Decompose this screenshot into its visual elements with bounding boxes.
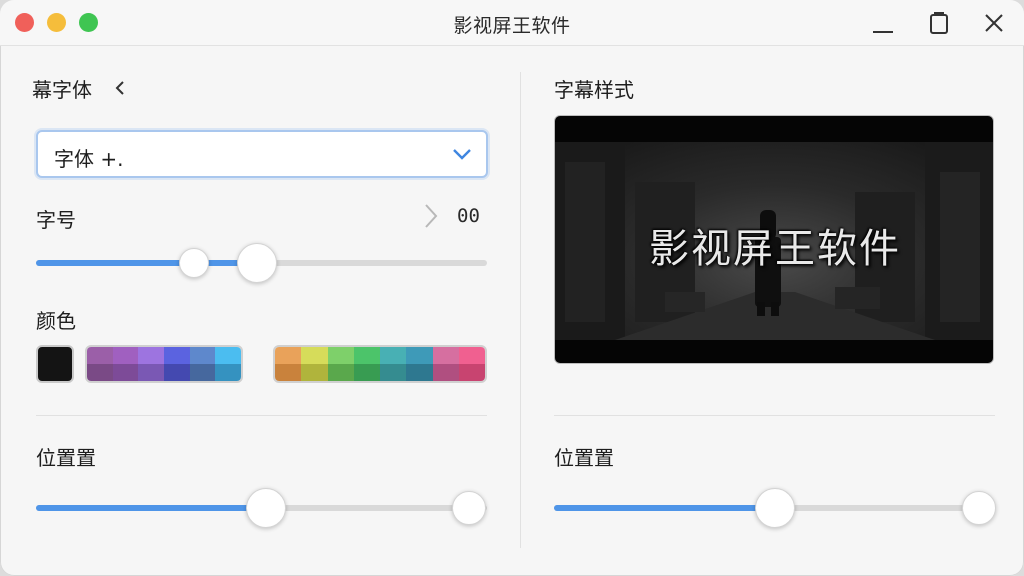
chevron-left-icon[interactable] xyxy=(112,78,128,98)
cool-color-4[interactable] xyxy=(164,347,190,381)
color-chip[interactable] xyxy=(353,347,380,364)
subtitle-style-label: 字幕样式 xyxy=(554,78,634,102)
color-chip[interactable] xyxy=(189,364,216,381)
cool-color-3[interactable] xyxy=(138,347,165,381)
cool-color-5[interactable] xyxy=(189,347,216,381)
color-label: 颜色 xyxy=(36,309,76,333)
color-chip[interactable] xyxy=(432,364,459,381)
color-chip[interactable] xyxy=(215,364,241,381)
color-chip[interactable] xyxy=(138,364,165,381)
font-size-slider-marker[interactable] xyxy=(178,248,209,278)
color-chip[interactable] xyxy=(432,347,459,364)
warm-color-7[interactable] xyxy=(432,347,459,381)
warm-color-3[interactable] xyxy=(327,347,354,381)
position-slider-right-handle[interactable] xyxy=(754,488,795,528)
warm-color-5[interactable] xyxy=(380,347,407,381)
position-label-left: 位置置 xyxy=(36,446,96,470)
warm-color-2[interactable] xyxy=(301,347,328,381)
cool-color-6[interactable] xyxy=(215,347,241,381)
color-chip[interactable] xyxy=(301,364,328,381)
close-button[interactable] xyxy=(981,10,1007,36)
color-chip[interactable] xyxy=(215,347,241,364)
font-size-slider-fill xyxy=(36,260,257,266)
position-slider-left-end-handle[interactable] xyxy=(452,491,486,525)
position-slider-right-fill xyxy=(554,505,775,511)
color-chip[interactable] xyxy=(380,347,407,364)
color-chip[interactable] xyxy=(458,364,485,381)
warm-color-1[interactable] xyxy=(275,347,302,381)
panel-divider xyxy=(520,72,521,548)
minimize-icon xyxy=(873,31,893,33)
color-chip[interactable] xyxy=(138,347,165,364)
left-divider xyxy=(36,415,487,416)
chevron-down-icon xyxy=(453,149,471,160)
chevron-right-icon[interactable] xyxy=(422,203,440,229)
color-chip[interactable] xyxy=(380,364,407,381)
color-chip[interactable] xyxy=(164,347,190,364)
title-bar: 影视屏王软件 xyxy=(0,0,1024,46)
position-slider-right-end-handle[interactable] xyxy=(962,491,996,525)
color-chip[interactable] xyxy=(87,364,113,381)
color-chip[interactable] xyxy=(406,347,433,364)
color-chip[interactable] xyxy=(327,347,354,364)
font-size-slider-handle[interactable] xyxy=(236,243,277,283)
restore-icon xyxy=(930,12,948,34)
font-size-label: 字号 xyxy=(36,208,76,232)
cool-color-2[interactable] xyxy=(112,347,139,381)
warm-color-4[interactable] xyxy=(353,347,380,381)
color-swatch-black[interactable] xyxy=(36,345,74,383)
warm-color-6[interactable] xyxy=(406,347,433,381)
font-section-label: 幕字体 xyxy=(32,78,92,102)
font-size-value: 00 xyxy=(457,205,480,227)
color-chip[interactable] xyxy=(87,347,113,364)
position-label-right: 位置置 xyxy=(554,446,614,470)
color-palette-warm[interactable] xyxy=(273,345,487,383)
color-chip[interactable] xyxy=(112,364,139,381)
cool-color-1[interactable] xyxy=(87,347,113,381)
restore-button[interactable] xyxy=(926,10,952,36)
color-palette-cool[interactable] xyxy=(85,345,243,383)
color-chip[interactable] xyxy=(458,347,485,364)
font-select-value: 字体 +. xyxy=(54,147,124,171)
warm-color-8[interactable] xyxy=(458,347,485,381)
color-chip[interactable] xyxy=(353,364,380,381)
color-chip[interactable] xyxy=(112,347,139,364)
color-chip[interactable] xyxy=(275,364,302,381)
subtitle-preview: 影视屏王软件 xyxy=(554,115,994,364)
color-chip[interactable] xyxy=(164,364,190,381)
close-icon xyxy=(985,14,1003,32)
color-chip[interactable] xyxy=(406,364,433,381)
color-chip[interactable] xyxy=(189,347,216,364)
right-divider xyxy=(554,415,995,416)
app-window: 影视屏王软件 幕字体 字体 +. 字号 00 颜色 位置置 字幕样式 影视屏王软… xyxy=(0,0,1024,576)
position-slider-left-handle[interactable] xyxy=(246,488,286,528)
minimize-button[interactable] xyxy=(870,10,896,36)
color-chip[interactable] xyxy=(301,347,328,364)
color-chip[interactable] xyxy=(275,347,302,364)
preview-caption: 影视屏王软件 xyxy=(649,226,901,272)
color-chip[interactable] xyxy=(327,364,354,381)
position-slider-left-fill xyxy=(36,505,266,511)
font-select[interactable]: 字体 +. xyxy=(36,130,488,178)
